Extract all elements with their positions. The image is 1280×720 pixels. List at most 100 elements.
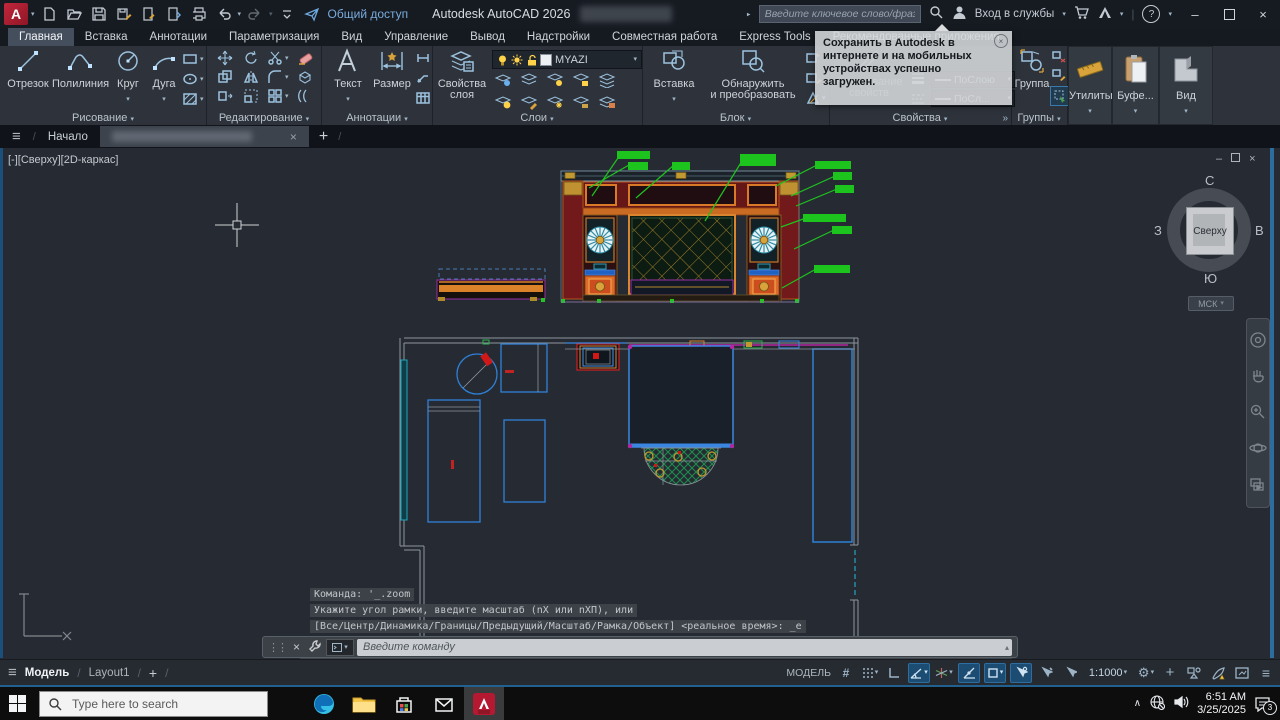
ucs-selector[interactable]: МСК ▾ <box>1188 296 1234 311</box>
ellipse-button[interactable]: ▾ <box>182 72 204 86</box>
mail-icon[interactable] <box>424 687 464 720</box>
panel-label-modify[interactable]: Редактирование <box>219 112 303 124</box>
cart-icon[interactable] <box>1074 5 1089 23</box>
command-prompt-chip[interactable]: ▾ <box>326 638 355 656</box>
panel-label-block[interactable]: Блок <box>720 112 745 124</box>
polyline-button[interactable]: Полилиния <box>52 48 109 90</box>
rectangle-button[interactable]: ▾ <box>182 52 204 66</box>
layer-isolate-button[interactable] <box>494 72 512 88</box>
showmotion-icon[interactable] <box>1249 475 1267 496</box>
object-snap-tracking-toggle[interactable] <box>958 662 980 683</box>
minimize-button[interactable]: – <box>1178 2 1212 26</box>
erase-button[interactable] <box>297 50 313 66</box>
model-tab[interactable]: Модель <box>25 667 70 679</box>
autocad-menu-button[interactable]: A <box>4 3 28 25</box>
layer-merge-button[interactable] <box>598 94 616 110</box>
undo-button[interactable] <box>213 3 235 25</box>
layout1-tab[interactable]: Layout1 <box>89 667 130 679</box>
layer-properties-button[interactable]: Свойства слоя <box>436 48 488 101</box>
hatch-button[interactable]: ▾ <box>182 92 204 106</box>
open-file-button[interactable] <box>63 3 85 25</box>
trim-button[interactable]: ▾ <box>267 50 289 66</box>
transparency-toggle[interactable] <box>1060 664 1080 682</box>
arc-button[interactable]: Дуга ▾ <box>146 48 182 104</box>
linear-dimension-button[interactable] <box>416 52 430 64</box>
new-layout-button[interactable]: + <box>149 665 157 681</box>
tray-chevron-icon[interactable]: ∧ <box>1134 698 1141 709</box>
tab-insert[interactable]: Вставка <box>74 28 139 46</box>
maximize-button[interactable] <box>1212 2 1246 26</box>
help-search-input[interactable] <box>758 5 921 23</box>
leader-button[interactable] <box>416 72 430 84</box>
qat-customize-button[interactable] <box>276 3 298 25</box>
action-center-icon[interactable]: 3 <box>1254 696 1277 715</box>
autodesk-app-caret-icon[interactable]: ▾ <box>1120 11 1124 18</box>
snap-toggle[interactable]: ▾ <box>860 664 880 682</box>
layer-unisolate-button[interactable] <box>520 72 538 88</box>
fillet-button[interactable]: ▾ <box>267 69 289 85</box>
panel-label-draw[interactable]: Рисование <box>72 112 127 124</box>
autodesk-app-icon[interactable] <box>1097 5 1112 23</box>
rotate-button[interactable] <box>243 50 259 66</box>
drawing-close-button[interactable]: × <box>1249 153 1255 165</box>
viewcube-west[interactable]: З <box>1154 223 1162 238</box>
viewcube-south[interactable]: Ю <box>1204 271 1217 286</box>
insert-block-button[interactable]: Вставка ▾ <box>648 48 700 104</box>
tab-parametric[interactable]: Параметризация <box>218 28 330 46</box>
explode-button[interactable] <box>297 69 313 85</box>
open-from-web-button[interactable] <box>138 3 160 25</box>
copy-button[interactable] <box>217 69 233 85</box>
tab-view[interactable]: Вид <box>330 28 373 46</box>
command-bar-close-icon[interactable]: × <box>289 640 304 654</box>
taskbar-search-box[interactable] <box>39 690 268 717</box>
start-button[interactable] <box>0 687 34 720</box>
tab-manage[interactable]: Управление <box>373 28 459 46</box>
lineweight-display-toggle[interactable] <box>1036 664 1056 682</box>
panel-label-groups[interactable]: Группы <box>1017 112 1054 124</box>
command-tools-icon[interactable] <box>304 639 326 656</box>
layer-lock-fade-button[interactable] <box>572 94 590 110</box>
circle-button[interactable]: Круг ▾ <box>110 48 146 104</box>
autocad-taskbar-icon[interactable] <box>464 687 504 720</box>
customization-menu-icon[interactable]: ≡ <box>1256 664 1276 682</box>
layer-dropdown[interactable]: MYAZI ▾ <box>492 50 642 69</box>
zoom-icon[interactable] <box>1249 403 1267 424</box>
offset-button[interactable] <box>297 88 313 104</box>
save-button[interactable] <box>88 3 110 25</box>
drawing-tab-close-icon[interactable]: × <box>290 130 297 144</box>
group-edit-button[interactable] <box>1052 68 1066 81</box>
user-icon[interactable] <box>952 5 967 23</box>
edge-icon[interactable] <box>304 687 344 720</box>
tab-addins[interactable]: Надстройки <box>516 28 601 46</box>
stretch-button[interactable] <box>217 88 233 104</box>
scale-button[interactable] <box>243 88 259 104</box>
ortho-toggle[interactable] <box>884 664 904 682</box>
panel-label-properties[interactable]: Свойства <box>893 112 941 124</box>
undo-caret-icon[interactable]: ▾ <box>238 11 242 18</box>
command-scroll-up-icon[interactable]: ▴ <box>1005 643 1012 652</box>
text-button[interactable]: Текст ▾ <box>328 48 368 104</box>
viewport-controls[interactable]: [-][Сверху][2D-каркас] <box>8 154 118 166</box>
object-snap-toggle[interactable]: ▾ <box>984 662 1006 683</box>
dynamic-input-toggle[interactable] <box>1010 662 1032 683</box>
grid-toggle[interactable]: # <box>836 664 856 682</box>
dimension-button[interactable]: Размер <box>370 48 414 90</box>
layer-freeze-button[interactable] <box>546 72 564 88</box>
cad-canvas[interactable] <box>0 148 1280 658</box>
store-icon[interactable] <box>384 687 424 720</box>
crosshair-color-toggle[interactable]: + <box>1160 664 1180 682</box>
search-icon[interactable] <box>929 5 944 23</box>
detect-convert-button[interactable]: Обнаружить и преобразовать <box>702 48 804 101</box>
drawing-restore-button[interactable] <box>1231 153 1241 165</box>
layer-thaw-all-button[interactable] <box>546 94 564 110</box>
tab-collaborate[interactable]: Совместная работа <box>601 28 728 46</box>
polar-tracking-toggle[interactable]: ▾ <box>908 662 930 683</box>
tab-home[interactable]: Главная <box>8 28 74 46</box>
drawing-tab[interactable]: × <box>99 126 309 147</box>
tab-express-tools[interactable]: Express Tools <box>728 28 821 46</box>
viewcube-east[interactable]: В <box>1255 223 1264 238</box>
layer-match-button[interactable] <box>598 72 616 88</box>
sign-in-label[interactable]: Вход в службы <box>975 8 1055 20</box>
orbit-icon[interactable] <box>1249 439 1267 460</box>
isolate-objects-button[interactable] <box>1184 664 1204 682</box>
